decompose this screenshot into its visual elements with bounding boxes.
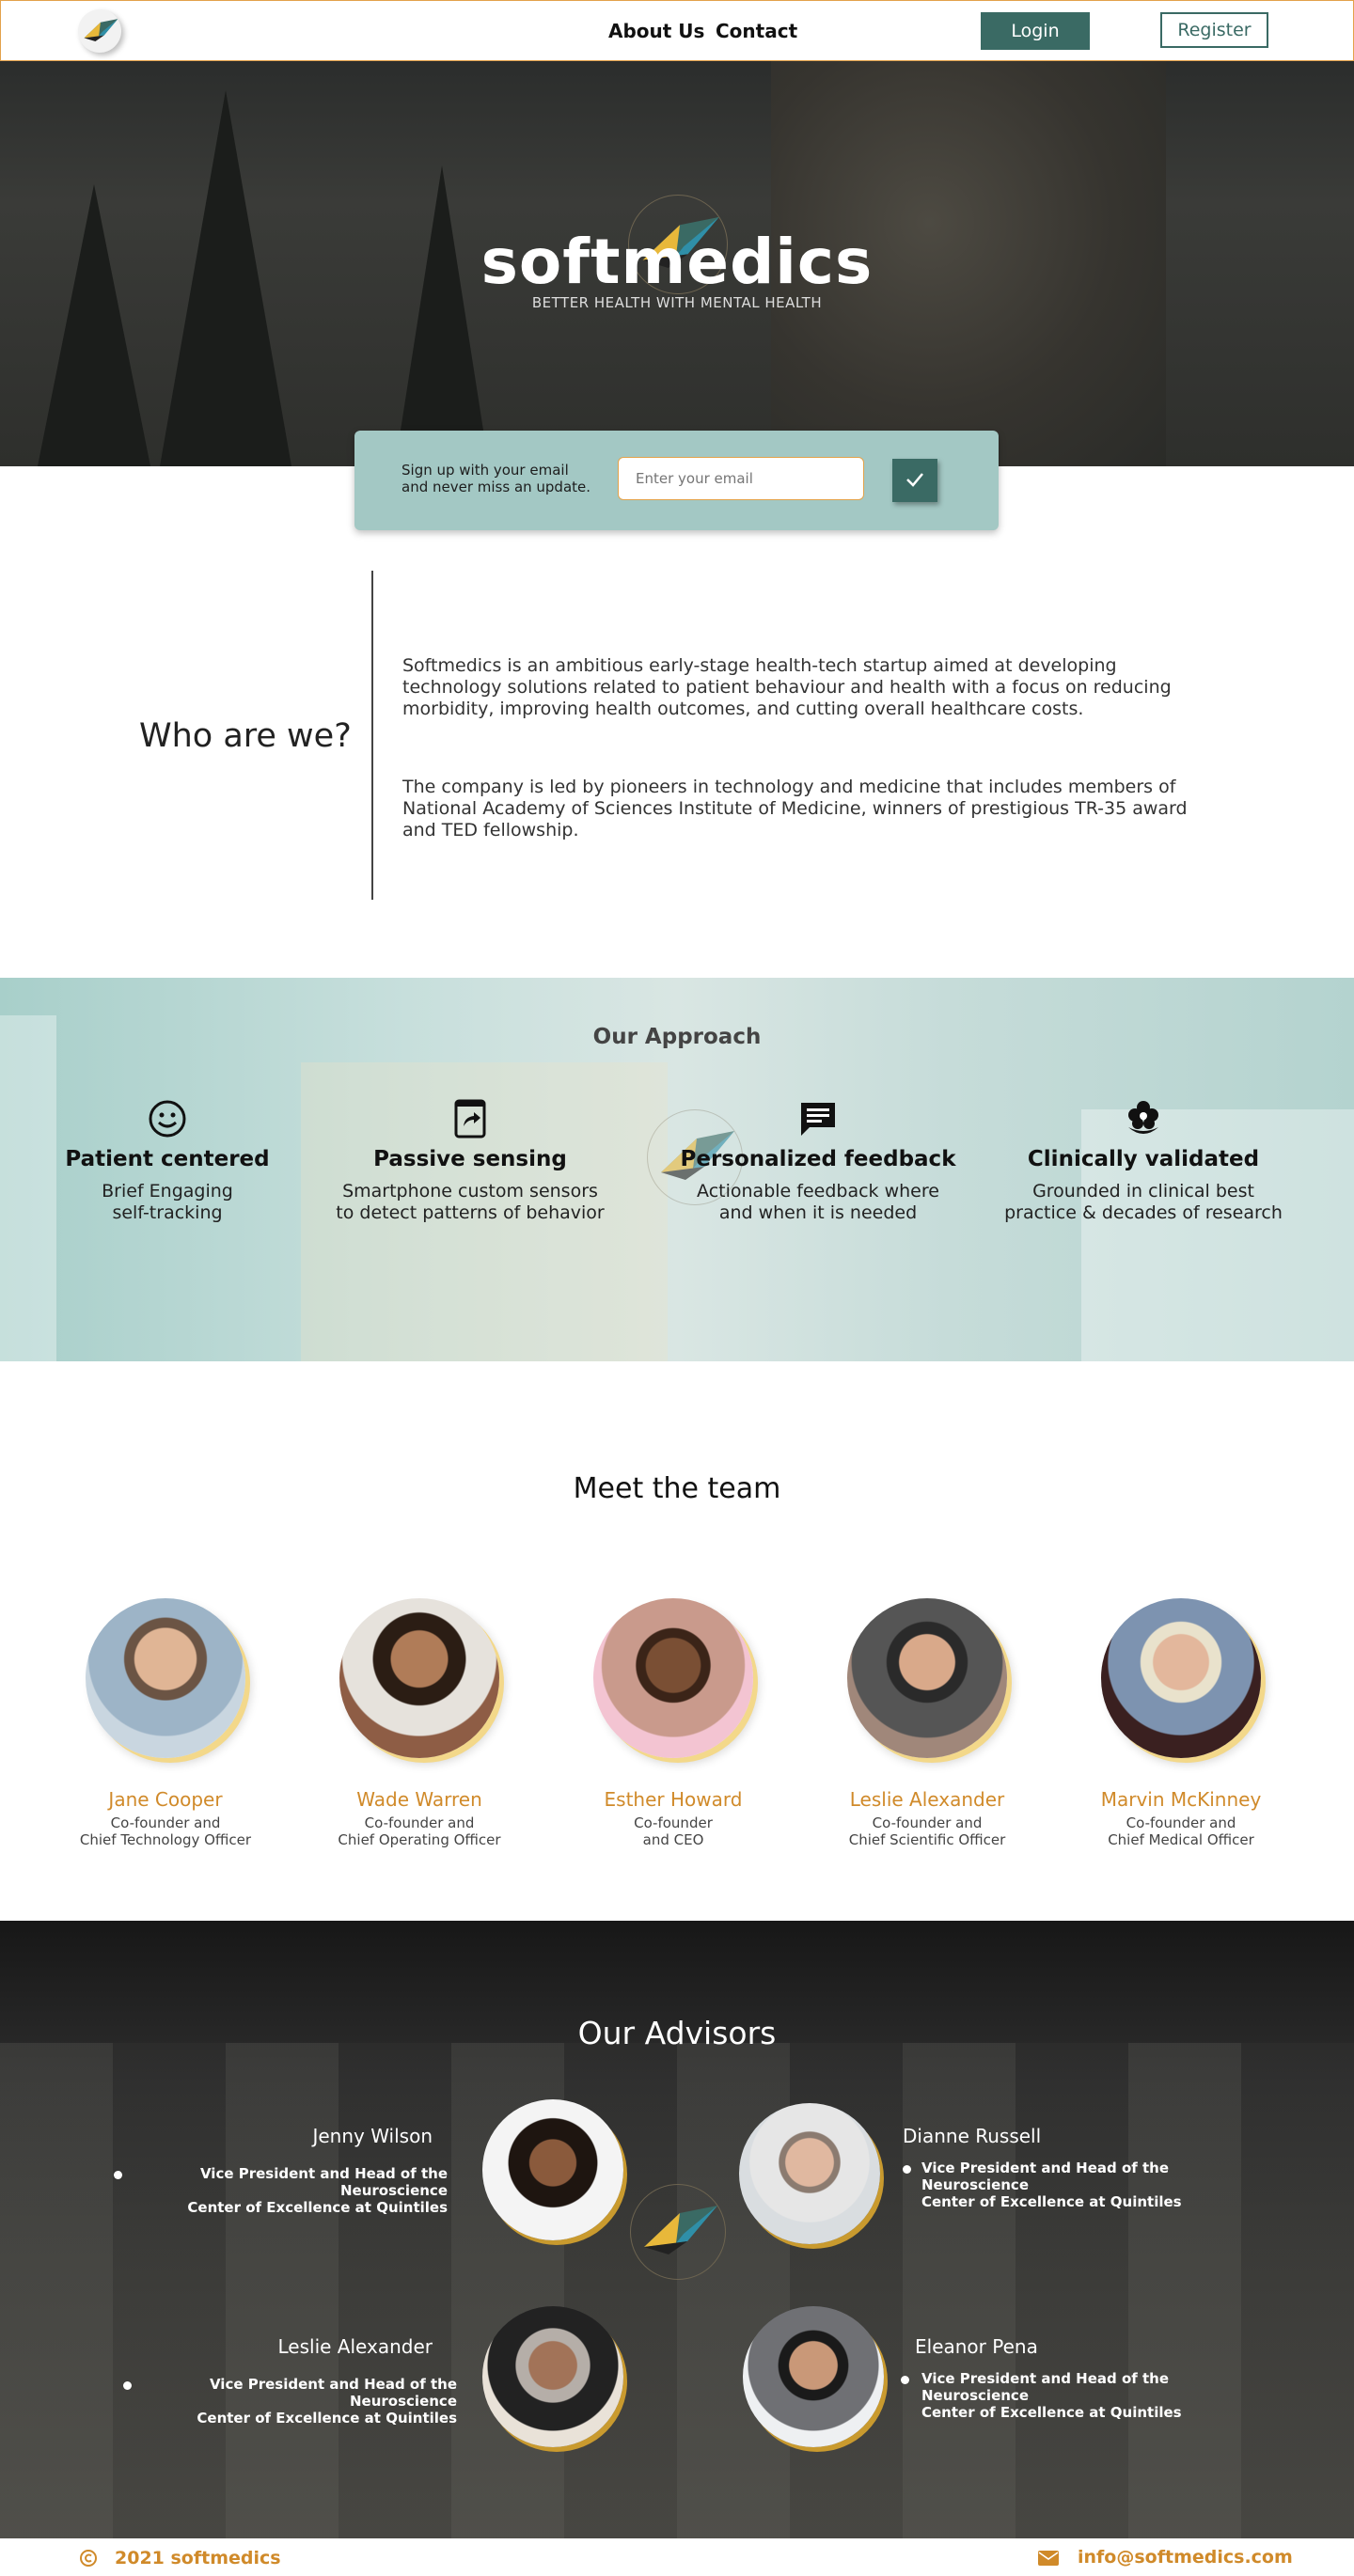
bullet-icon	[903, 2165, 911, 2174]
member-name: Esther Howard	[604, 1788, 743, 1811]
bullet-icon	[123, 2381, 132, 2390]
member-role: Chief Scientific Officer	[848, 1831, 1006, 1848]
team-title: Meet the team	[573, 1472, 781, 1505]
approach-section: Our Approach Patient centered Brief Enga…	[0, 978, 1354, 1361]
advisor-name: Leslie Alexander	[277, 2335, 433, 2358]
feature-desc: Smartphone custom sensors	[342, 1181, 598, 1202]
brand-title: softmedics	[480, 226, 874, 298]
share-icon	[454, 1099, 486, 1139]
about-paragraph: Softmedics is an ambitious early-stage h…	[402, 655, 1172, 719]
advisor-role-line: Center of Excellence at Quintiles	[197, 2410, 457, 2427]
member-name: Wade Warren	[356, 1788, 482, 1811]
advisor-role-line: Vice President and Head of the Neuroscie…	[199, 2165, 448, 2199]
advisors-title: Our Advisors	[577, 2015, 777, 2051]
member-role: Co-founder and	[1126, 1814, 1236, 1831]
avatar	[743, 2306, 884, 2447]
member-role: Chief Medical Officer	[1108, 1831, 1254, 1848]
avatar	[847, 1598, 1007, 1758]
contact-email-link[interactable]: info@softmedics.com	[1078, 2547, 1293, 2568]
feature-desc: Grounded in clinical best	[1032, 1181, 1254, 1202]
advisor-name: Dianne Russell	[903, 2125, 1042, 2147]
member-role: Co-founder and	[872, 1814, 983, 1831]
advisor-role: Vice President and Head of the Neuroscie…	[921, 2370, 1260, 2421]
nav-contact[interactable]: Contact	[716, 20, 797, 42]
team-member: Jane Cooper Co-founder and Chief Technolo…	[53, 1598, 278, 1848]
member-name: Leslie Alexander	[849, 1788, 1005, 1811]
feature-title: Clinically validated	[1027, 1147, 1260, 1171]
member-role: Co-founder and	[364, 1814, 475, 1831]
feature-desc: to detect patterns of behavior	[336, 1202, 605, 1223]
feature-desc: Actionable feedback where	[697, 1181, 939, 1202]
feature-card: Patient centered Brief Engaging self-trac…	[26, 1098, 308, 1224]
advisor-role-line: Vice President and Head of the Neuroscie…	[921, 2160, 1170, 2193]
chat-icon	[801, 1103, 835, 1136]
approach-title: Our Approach	[592, 1025, 762, 1049]
advisor-name: Jenny Wilson	[312, 2125, 433, 2147]
member-name: Jane Cooper	[108, 1788, 223, 1811]
avatar	[86, 1598, 245, 1758]
advisor-role-line: Center of Excellence at Quintiles	[921, 2193, 1182, 2210]
advisor-name: Eleanor Pena	[915, 2335, 1038, 2358]
newsletter-signup: Sign up with your email and never miss a…	[354, 431, 999, 530]
advisor-role-line: Vice President and Head of the Neuroscie…	[921, 2370, 1170, 2404]
signup-text: Sign up with your email and never miss a…	[401, 462, 591, 495]
avatar	[482, 2306, 623, 2447]
feature-title: Passive sensing	[373, 1147, 567, 1171]
bullet-icon	[901, 2376, 909, 2384]
avatar	[339, 1598, 499, 1758]
advisor-role: Vice President and Head of the Neuroscie…	[921, 2160, 1260, 2210]
copyright-text: 2021 softmedics	[115, 2548, 281, 2568]
email-input[interactable]	[618, 457, 864, 500]
member-role: Co-founder and	[110, 1814, 221, 1831]
team-member: Leslie Alexander Co-founder and Chief Sci…	[814, 1598, 1040, 1848]
bullet-icon	[114, 2171, 122, 2179]
login-button[interactable]: Login	[981, 12, 1090, 50]
mail-icon	[1038, 2551, 1059, 2566]
avatar	[1101, 1598, 1261, 1758]
feature-card: Passive sensing Smartphone custom sensor…	[329, 1098, 611, 1224]
register-button[interactable]: Register	[1160, 12, 1268, 48]
feature-desc: practice & decades of research	[1004, 1202, 1283, 1223]
logo-icon[interactable]	[78, 9, 121, 53]
member-name: Marvin McKinney	[1100, 1788, 1262, 1811]
member-role: Co-founder	[634, 1814, 713, 1831]
logo-icon	[630, 2184, 726, 2280]
feature-desc: self-tracking	[112, 1202, 223, 1223]
advisor-role-line: Center of Excellence at Quintiles	[921, 2404, 1182, 2421]
submit-email-button[interactable]	[892, 459, 937, 502]
avatar	[593, 1598, 753, 1758]
member-role: Chief Operating Officer	[338, 1831, 501, 1848]
divider	[371, 571, 373, 900]
feature-desc: and when it is needed	[718, 1202, 918, 1223]
check-icon	[906, 472, 923, 487]
team-member: Wade Warren Co-founder and Chief Operatin…	[307, 1598, 532, 1848]
advisors-section: Our Advisors Jenny Wilson Vice President…	[0, 1921, 1354, 2538]
advisor-role: Vice President and Head of the Neuroscie…	[137, 2376, 457, 2427]
site-footer: 2021 softmedics info@softmedics.com	[0, 2538, 1354, 2576]
advisor-role-line: Vice President and Head of the Neuroscie…	[209, 2376, 457, 2410]
site-header: About Us Contact Login Register	[0, 0, 1354, 61]
nav-about-us[interactable]: About Us	[608, 20, 704, 42]
feature-desc: Brief Engaging	[102, 1181, 233, 1202]
smiley-icon	[149, 1100, 186, 1138]
avatar	[739, 2103, 880, 2244]
advisor-role: Vice President and Head of the Neuroscie…	[128, 2165, 448, 2216]
copyright-icon	[80, 2550, 97, 2567]
about-paragraph: The company is led by pioneers in techno…	[402, 777, 1188, 840]
team-member: Marvin McKinney Co-founder and Chief Medi…	[1068, 1598, 1294, 1848]
feature-title: Patient centered	[65, 1147, 270, 1171]
team-member: Esther Howard Co-founder and CEO	[560, 1598, 786, 1848]
feature-card: Personalized feedback Actionable feedbac…	[677, 1098, 959, 1224]
member-role: Chief Technology Officer	[79, 1831, 252, 1848]
flower-icon	[1128, 1101, 1158, 1134]
brand-tagline: BETTER HEALTH WITH MENTAL HEALTH	[531, 294, 823, 311]
feature-title: Personalized feedback	[680, 1147, 956, 1171]
about-title: Who are we?	[139, 717, 352, 755]
member-role: and CEO	[642, 1831, 704, 1848]
feature-card: Clinically validated Grounded in clinica…	[1002, 1098, 1284, 1224]
advisor-role-line: Center of Excellence at Quintiles	[187, 2199, 448, 2216]
avatar	[482, 2099, 623, 2240]
